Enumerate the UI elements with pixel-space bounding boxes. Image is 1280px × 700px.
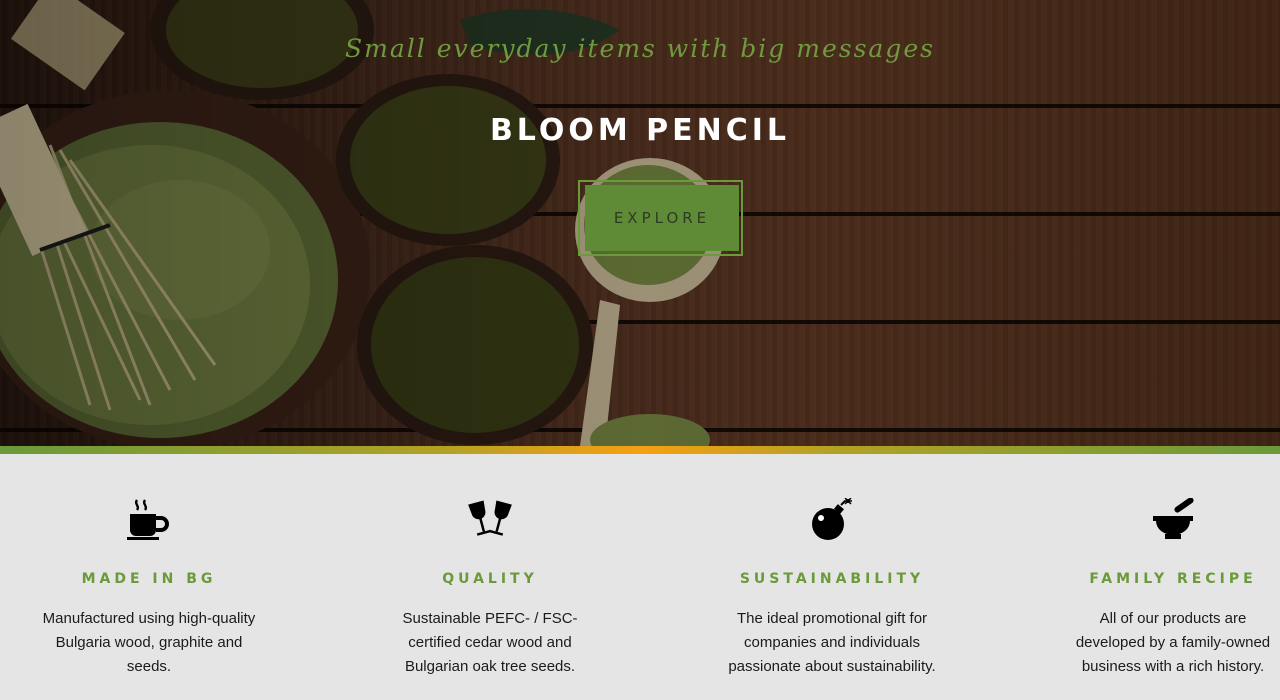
hero-tagline: Small everyday items with big messages: [345, 34, 935, 63]
feature-title: MADE IN BG: [81, 571, 217, 587]
section-divider: [0, 446, 1280, 454]
feature-title: QUALITY: [442, 571, 538, 587]
page-title: BLOOM PENCIL: [489, 113, 791, 148]
mortar-pestle-icon: [1153, 498, 1194, 539]
wine-glasses-icon: [468, 500, 512, 536]
features-section: MADE IN BG Manufactured using high-quali…: [0, 454, 1280, 700]
feature-description: All of our products are developed by a f…: [1075, 610, 1271, 675]
coffee-cup-icon: [127, 499, 169, 540]
feature-description: Sustainable PEFC- / FSC-certified cedar …: [402, 610, 578, 675]
feature-description: Manufactured using high-quality Bulgaria…: [42, 610, 256, 675]
feature-title: FAMILY RECIPE: [1089, 571, 1257, 587]
explore-button[interactable]: EXPLORE: [585, 185, 739, 251]
hero-banner: Small everyday items with big messages B…: [0, 0, 1280, 446]
feature-description: The ideal promotional gift for companies…: [728, 610, 936, 675]
feature-title: SUSTAINABILITY: [739, 571, 925, 587]
bomb-icon: [812, 498, 852, 540]
